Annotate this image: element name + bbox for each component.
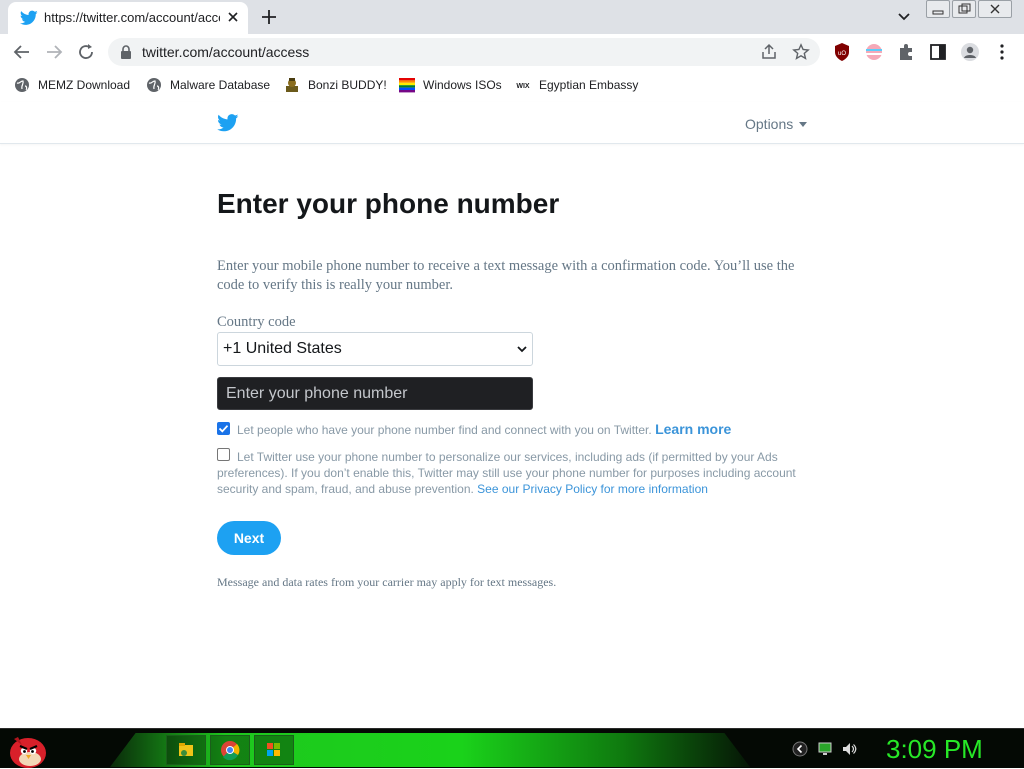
bookmark-label: MEMZ Download — [38, 78, 131, 92]
twitter-bird-icon — [20, 10, 38, 25]
lock-icon[interactable] — [120, 45, 132, 59]
browser-toolbar: twitter.com/account/access uO — [0, 34, 1024, 70]
bookmark-windows-isos[interactable]: Windows ISOs — [399, 76, 502, 94]
options-menu[interactable]: Options — [745, 116, 808, 132]
svg-text:uO: uO — [838, 51, 846, 57]
volume-icon[interactable] — [841, 741, 857, 757]
close-window-button[interactable] — [978, 0, 1012, 18]
restore-icon — [958, 3, 971, 14]
taskbar: 3:09 PM — [0, 728, 1024, 768]
chrome-icon — [221, 741, 240, 761]
twitter-top-nav: Options — [0, 102, 1024, 144]
more-menu-icon[interactable] — [992, 42, 1012, 62]
bonzi-icon — [286, 78, 298, 92]
country-code-select[interactable]: +1 United States — [217, 332, 533, 366]
carrier-rates-note: Message and data rates from your carrier… — [217, 575, 557, 589]
options-label: Options — [745, 116, 794, 132]
page-title: Enter your phone number — [217, 188, 560, 219]
next-button[interactable]: Next — [217, 521, 281, 555]
country-code-value: +1 United States — [223, 340, 342, 357]
taskbar-chrome[interactable] — [210, 735, 250, 765]
start-button-angry-bird-icon[interactable] — [6, 731, 48, 769]
back-icon[interactable] — [12, 42, 32, 62]
profile-avatar-icon[interactable] — [960, 42, 980, 62]
new-tab-icon[interactable] — [260, 8, 278, 26]
extensions-puzzle-icon[interactable] — [896, 42, 916, 62]
globe-icon — [147, 78, 161, 92]
bookmark-star-icon[interactable] — [792, 43, 810, 61]
bookmark-bonzi-buddy[interactable]: Bonzi BUDDY! — [284, 76, 387, 94]
maximize-button[interactable] — [952, 0, 976, 18]
rainbow-flag-icon — [399, 78, 415, 93]
taskbar-glow — [110, 733, 750, 767]
browser-tab[interactable]: https://twitter.com/account/acce — [8, 2, 248, 34]
globe-icon — [15, 78, 29, 92]
privacy-policy-link[interactable]: See our Privacy Policy for more informat… — [477, 482, 708, 496]
taskbar-windows[interactable] — [254, 735, 294, 765]
network-icon[interactable] — [817, 741, 833, 757]
tab-title: https://twitter.com/account/acce — [44, 10, 220, 25]
bookmark-label: Bonzi BUDDY! — [308, 78, 387, 92]
bookmark-label: Windows ISOs — [423, 78, 502, 92]
personalize-ads-text: Let Twitter use your phone number to per… — [217, 449, 802, 497]
window-controls — [926, 0, 1014, 18]
svg-text:WIX: WIX — [516, 83, 530, 90]
ublock-extension-icon[interactable]: uO — [832, 42, 852, 62]
bookmark-memz-download[interactable]: MEMZ Download — [14, 76, 130, 94]
chevron-down-icon[interactable] — [896, 10, 912, 24]
page-content: Options Enter your phone number Enter yo… — [0, 100, 1024, 728]
tab-strip: https://twitter.com/account/acce — [0, 0, 1024, 34]
caret-down-icon — [799, 121, 808, 127]
find-by-phone-checkbox[interactable] — [217, 422, 230, 435]
chevron-down-icon — [517, 346, 527, 353]
show-hidden-icons-icon[interactable] — [792, 741, 808, 757]
phone-number-input[interactable]: Enter your phone number — [217, 377, 533, 410]
flag-extension-icon[interactable] — [864, 42, 884, 62]
twitter-logo-icon[interactable] — [217, 114, 239, 132]
address-bar[interactable]: twitter.com/account/access — [108, 38, 820, 66]
minimize-button[interactable] — [926, 0, 950, 18]
bookmarks-bar: MEMZ Download Malware Database Bonzi BUD… — [0, 70, 1024, 100]
close-icon — [990, 4, 1000, 14]
checkmark-icon — [218, 425, 229, 433]
url-text[interactable]: twitter.com/account/access — [142, 44, 309, 60]
share-icon[interactable] — [760, 43, 778, 61]
learn-more-link[interactable]: Learn more — [655, 421, 731, 437]
reload-icon[interactable] — [76, 42, 96, 62]
forward-icon[interactable] — [44, 42, 64, 62]
bookmark-egyptian-embassy[interactable]: WIX Egyptian Embassy — [515, 76, 638, 94]
folder-icon — [179, 743, 193, 756]
close-tab-icon[interactable] — [224, 8, 242, 26]
minimize-icon — [932, 10, 944, 15]
taskbar-explorer[interactable] — [166, 735, 206, 765]
page-description: Enter your mobile phone number to receiv… — [217, 258, 795, 293]
windows-logo-icon — [267, 743, 280, 756]
checkbox1-label: Let people who have your phone number fi… — [237, 423, 652, 437]
find-by-phone-text: Let people who have your phone number fi… — [237, 421, 797, 438]
taskbar-clock[interactable]: 3:09 PM — [886, 734, 983, 765]
bookmark-malware-database[interactable]: Malware Database — [146, 76, 270, 94]
country-code-label: Country code — [217, 314, 296, 330]
bookmark-label: Egyptian Embassy — [539, 78, 639, 92]
side-panel-icon[interactable] — [928, 42, 948, 62]
bookmark-label: Malware Database — [170, 78, 271, 92]
wix-icon: WIX — [516, 83, 530, 90]
